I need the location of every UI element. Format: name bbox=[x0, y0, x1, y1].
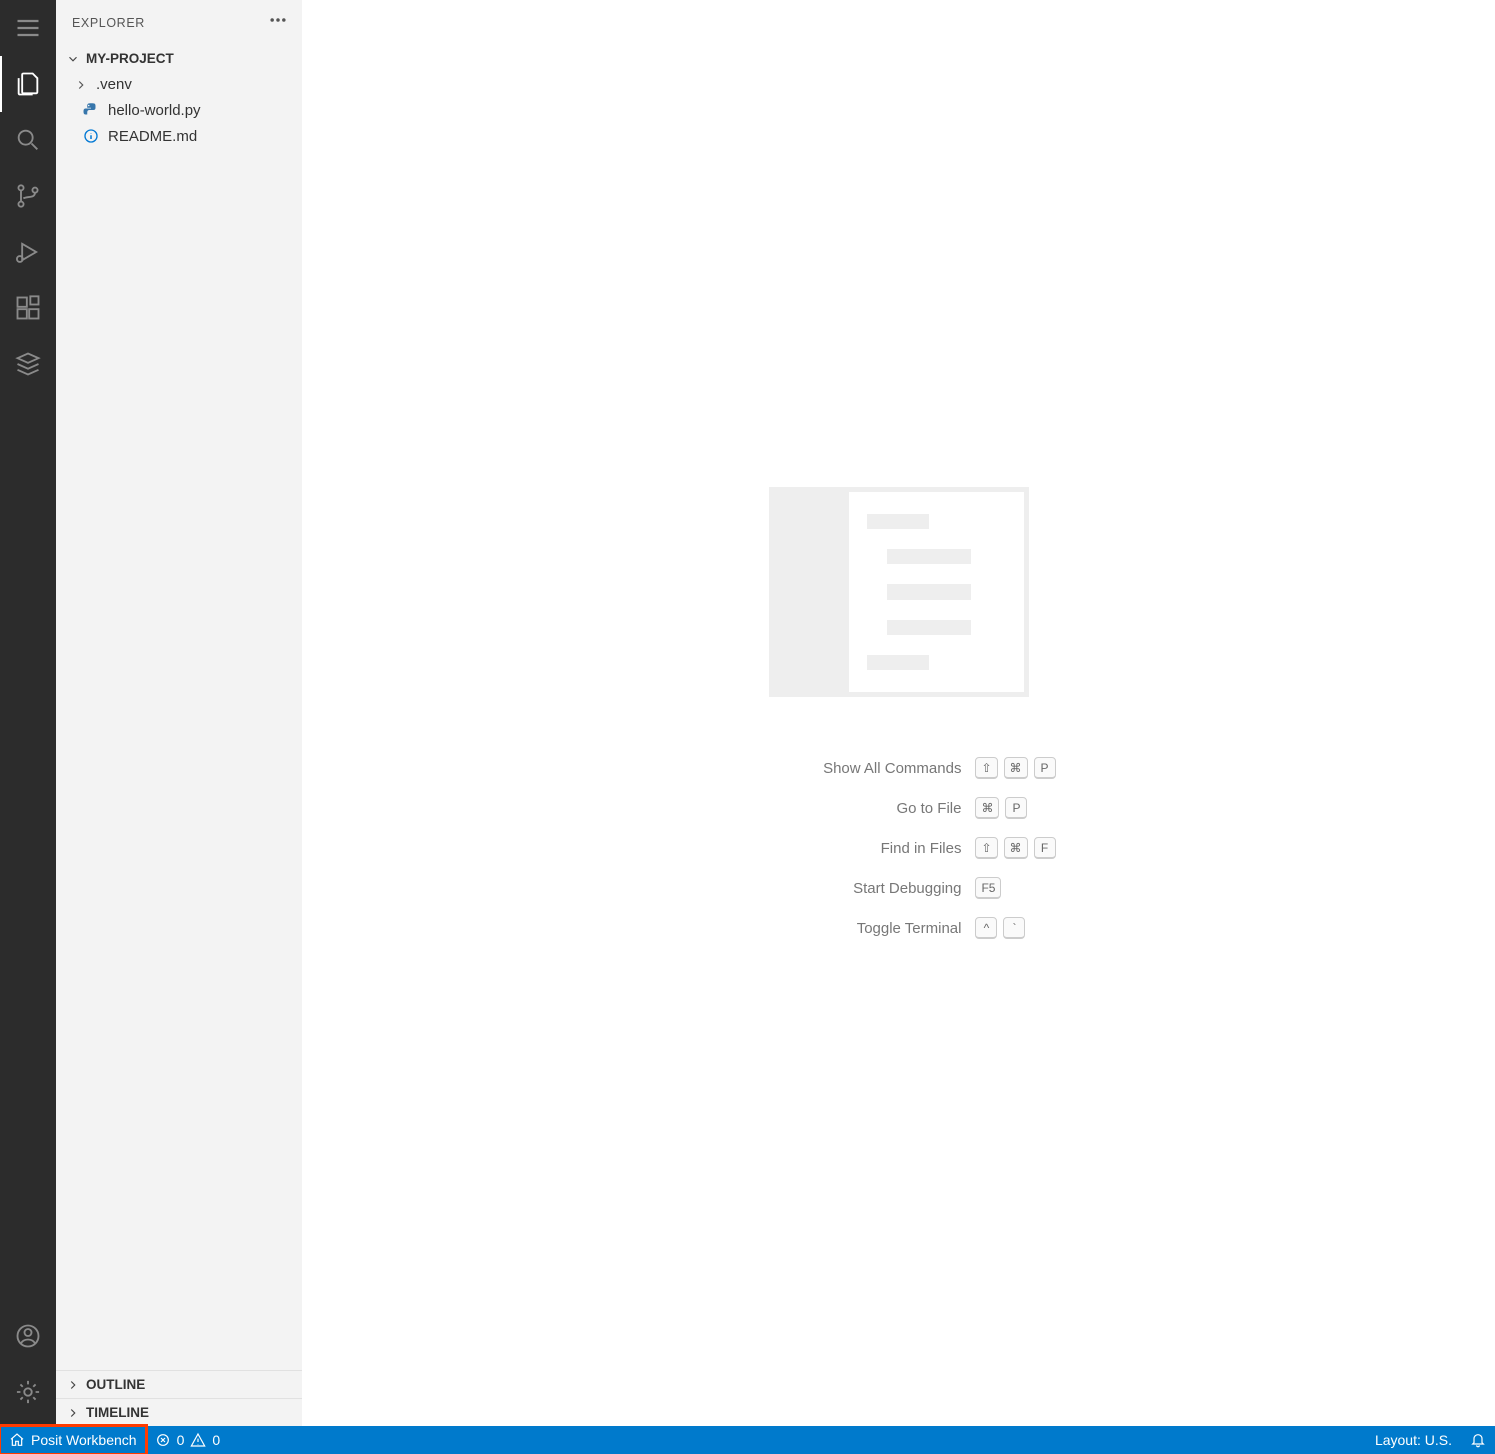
shortcut-label: Start Debugging bbox=[741, 880, 961, 897]
explorer-header: EXPLORER bbox=[56, 0, 302, 45]
status-layout-label: Layout: U.S. bbox=[1375, 1432, 1452, 1448]
activity-search[interactable] bbox=[0, 112, 56, 168]
editor-area: Show All Commands ⇧ ⌘ P Go to File ⌘ P F… bbox=[302, 0, 1495, 1426]
status-warnings-count: 0 bbox=[212, 1432, 220, 1448]
tree-item-label: README.md bbox=[108, 128, 197, 145]
status-posit-workbench[interactable]: Posit Workbench bbox=[0, 1426, 146, 1454]
activity-bar-top bbox=[0, 0, 56, 392]
project-name: MY-PROJECT bbox=[86, 51, 174, 66]
git-branch-icon bbox=[14, 182, 42, 210]
shortcut-label: Toggle Terminal bbox=[741, 920, 961, 937]
shortcut-goto-file: Go to File ⌘ P bbox=[741, 797, 1055, 819]
chevron-down-icon bbox=[66, 52, 80, 66]
chevron-right-icon bbox=[74, 78, 88, 92]
key-cmd: ⌘ bbox=[1004, 837, 1028, 859]
timeline-section-header[interactable]: TIMELINE bbox=[56, 1398, 302, 1426]
info-file-icon bbox=[82, 127, 100, 145]
outline-section-header[interactable]: OUTLINE bbox=[56, 1370, 302, 1398]
file-tree: .venv hello-world.py README.md bbox=[56, 72, 302, 1370]
tree-item-label: .venv bbox=[96, 76, 132, 93]
shortcut-list: Show All Commands ⇧ ⌘ P Go to File ⌘ P F… bbox=[741, 757, 1055, 939]
warning-icon bbox=[190, 1432, 206, 1448]
key-shift: ⇧ bbox=[975, 837, 997, 859]
shortcut-label: Show All Commands bbox=[741, 760, 961, 777]
key-shift: ⇧ bbox=[975, 757, 997, 779]
shortcut-label: Go to File bbox=[741, 800, 961, 817]
chevron-right-icon bbox=[66, 1406, 80, 1420]
shortcut-toggle-terminal: Toggle Terminal ^ ` bbox=[741, 917, 1055, 939]
key-f: F bbox=[1034, 837, 1056, 859]
home-icon bbox=[9, 1432, 25, 1448]
tree-file-hello-world[interactable]: hello-world.py bbox=[56, 97, 302, 123]
shortcut-show-all-commands: Show All Commands ⇧ ⌘ P bbox=[741, 757, 1055, 779]
explorer-more-button[interactable] bbox=[268, 10, 288, 35]
key-backtick: ` bbox=[1003, 917, 1025, 939]
status-workbench-label: Posit Workbench bbox=[31, 1432, 137, 1448]
bell-icon bbox=[1470, 1432, 1486, 1448]
activity-explorer[interactable] bbox=[0, 56, 56, 112]
tree-item-label: hello-world.py bbox=[108, 102, 201, 119]
explorer-sidebar: EXPLORER MY-PROJECT .venv hello-world.py bbox=[56, 0, 302, 1426]
gear-icon bbox=[14, 1378, 42, 1406]
status-bar: Posit Workbench 0 0 Layout: U.S. bbox=[0, 1426, 1495, 1454]
key-p: P bbox=[1005, 797, 1027, 819]
posit-icon bbox=[14, 350, 42, 378]
editor-placeholder-art bbox=[769, 487, 1029, 697]
tree-file-readme[interactable]: README.md bbox=[56, 123, 302, 149]
account-icon bbox=[14, 1322, 42, 1350]
files-icon bbox=[14, 70, 42, 98]
status-errors-count: 0 bbox=[177, 1432, 185, 1448]
activity-settings[interactable] bbox=[0, 1364, 56, 1420]
activity-debug[interactable] bbox=[0, 224, 56, 280]
ellipsis-icon bbox=[268, 10, 288, 30]
hamburger-icon bbox=[14, 14, 42, 42]
key-cmd: ⌘ bbox=[1004, 757, 1028, 779]
activity-bar-bottom bbox=[0, 1308, 56, 1426]
extensions-icon bbox=[14, 294, 42, 322]
status-notifications[interactable] bbox=[1461, 1426, 1495, 1454]
key-p: P bbox=[1034, 757, 1056, 779]
python-file-icon bbox=[82, 101, 100, 119]
error-icon bbox=[155, 1432, 171, 1448]
status-problems[interactable]: 0 0 bbox=[146, 1426, 230, 1454]
activity-accounts[interactable] bbox=[0, 1308, 56, 1364]
project-section-header[interactable]: MY-PROJECT bbox=[56, 45, 302, 72]
activity-extensions[interactable] bbox=[0, 280, 56, 336]
key-f5: F5 bbox=[975, 877, 1001, 899]
shortcut-find-in-files: Find in Files ⇧ ⌘ F bbox=[741, 837, 1055, 859]
shortcut-label: Find in Files bbox=[741, 840, 961, 857]
activity-source-control[interactable] bbox=[0, 168, 56, 224]
outline-label: OUTLINE bbox=[86, 1377, 145, 1392]
menu-button[interactable] bbox=[0, 0, 56, 56]
activity-posit[interactable] bbox=[0, 336, 56, 392]
tree-folder-venv[interactable]: .venv bbox=[56, 72, 302, 97]
key-cmd: ⌘ bbox=[975, 797, 999, 819]
search-icon bbox=[14, 126, 42, 154]
activity-bar bbox=[0, 0, 56, 1426]
chevron-right-icon bbox=[66, 1378, 80, 1392]
debug-run-icon bbox=[14, 238, 42, 266]
timeline-label: TIMELINE bbox=[86, 1405, 149, 1420]
explorer-title: EXPLORER bbox=[72, 16, 145, 30]
key-ctrl: ^ bbox=[975, 917, 997, 939]
shortcut-start-debugging: Start Debugging F5 bbox=[741, 877, 1055, 899]
status-layout[interactable]: Layout: U.S. bbox=[1366, 1426, 1461, 1454]
workbench: EXPLORER MY-PROJECT .venv hello-world.py bbox=[0, 0, 1495, 1426]
